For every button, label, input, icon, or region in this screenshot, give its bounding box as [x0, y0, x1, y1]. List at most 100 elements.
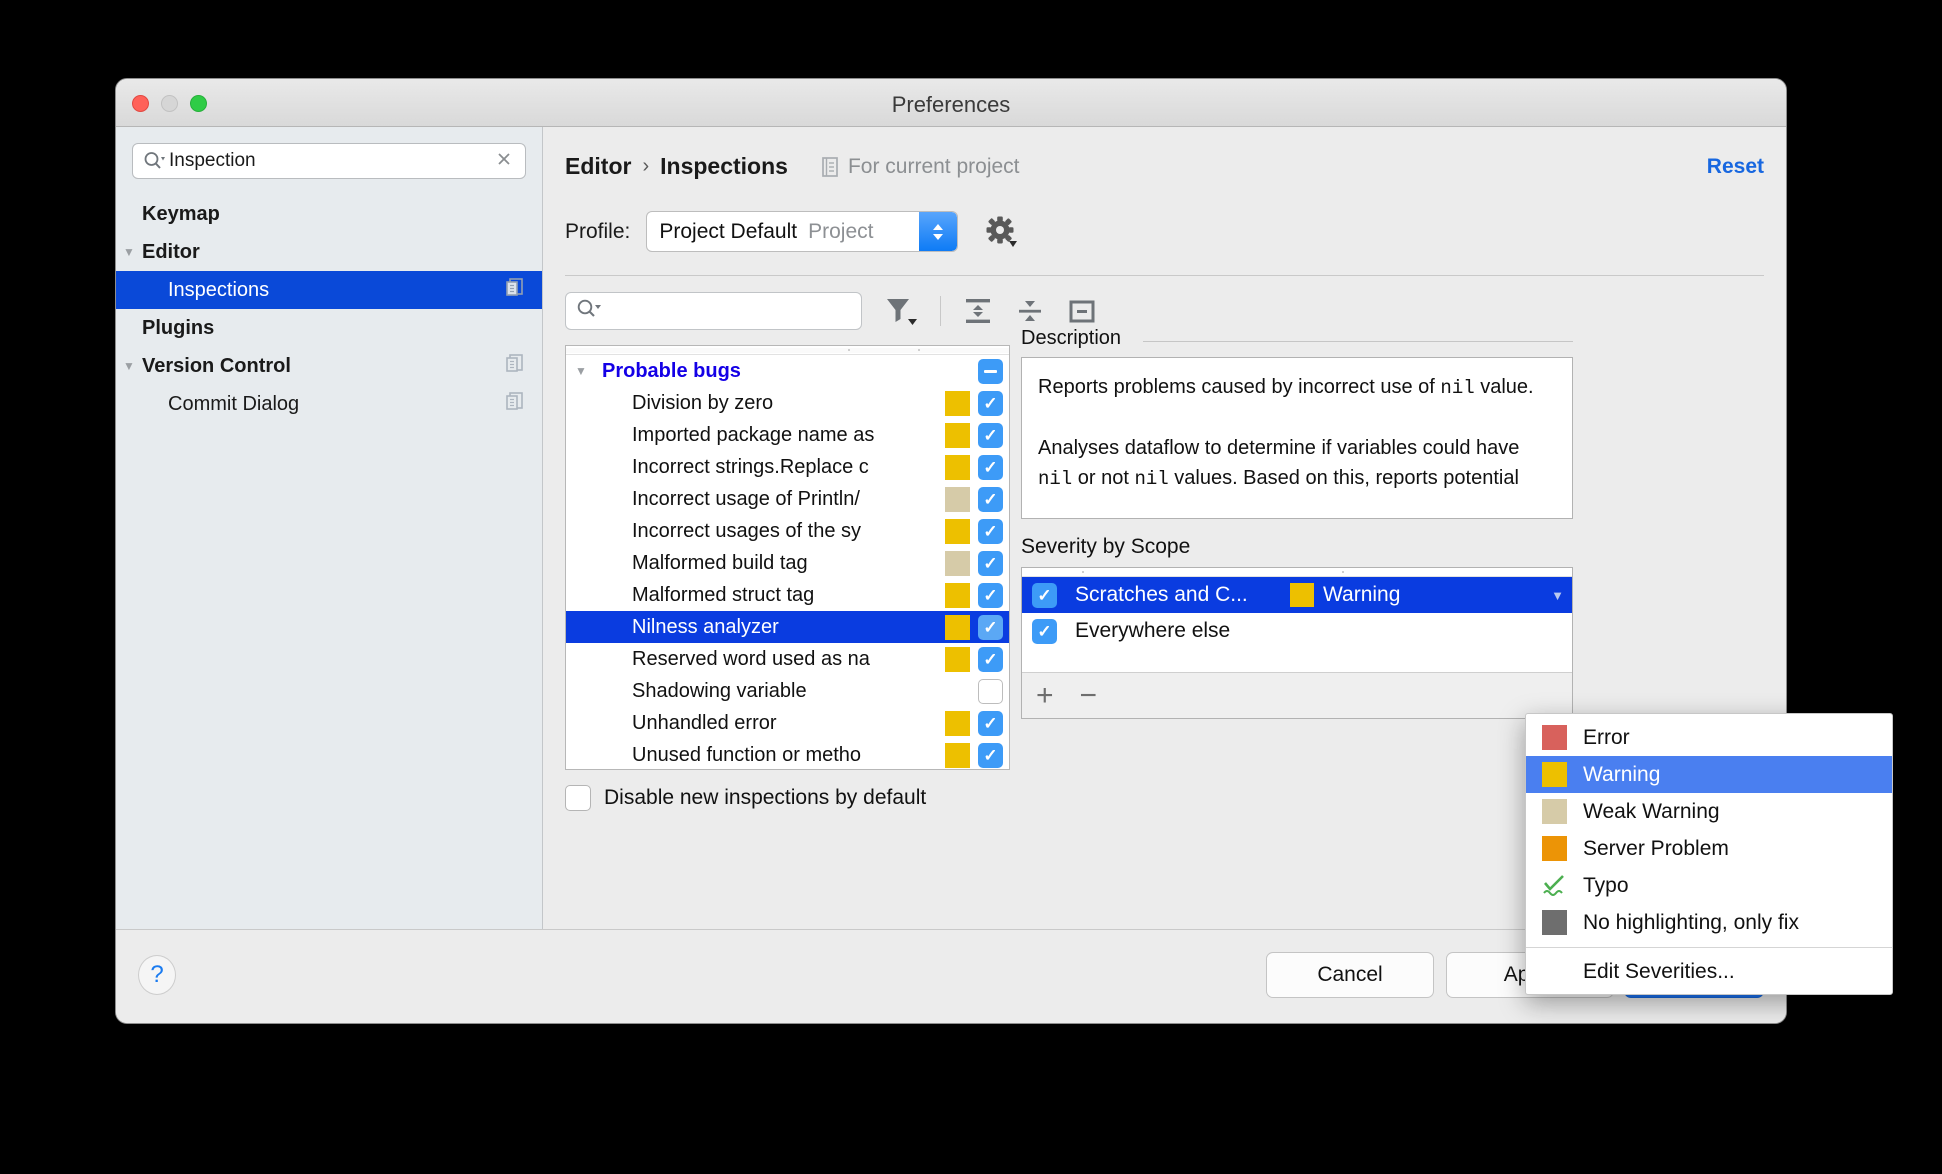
- inspection-enabled-checkbox[interactable]: ✓: [978, 710, 1003, 736]
- cancel-button[interactable]: Cancel: [1266, 952, 1434, 998]
- sidebar-item-version-control[interactable]: ▼ Version Control: [116, 347, 542, 385]
- window-titlebar: Preferences: [116, 79, 1786, 127]
- profile-settings-gear-icon[interactable]: [984, 215, 1018, 249]
- filter-icon[interactable]: [884, 295, 918, 327]
- project-scope-label: For current project: [847, 154, 1020, 178]
- description-legend: Description: [1021, 327, 1130, 350]
- severity-color-swatch: [945, 742, 970, 768]
- inspection-enabled-checkbox[interactable]: ✓: [978, 390, 1003, 416]
- desc-p2-b: or not: [1072, 467, 1135, 489]
- add-scope-button[interactable]: +: [1036, 680, 1054, 711]
- menu-item-warning[interactable]: Warning: [1526, 756, 1892, 793]
- inspection-name: Shadowing variable: [632, 679, 807, 702]
- search-input[interactable]: Inspection: [132, 143, 526, 179]
- window-title: Preferences: [891, 92, 1011, 117]
- inspection-enabled-checkbox[interactable]: ✓: [978, 486, 1003, 512]
- copy-settings-icon[interactable]: [504, 390, 526, 418]
- inspections-tree[interactable]: ▼ Probable bugs Division by zero ✓ Imported …: [565, 345, 1010, 770]
- toolbar-divider: [940, 296, 941, 326]
- breadcrumb-editor[interactable]: Editor: [565, 153, 631, 180]
- disable-new-inspections-checkbox[interactable]: [565, 785, 591, 811]
- chevron-down-icon[interactable]: ▼: [116, 246, 142, 258]
- inspection-name: Incorrect usage of Println/: [632, 487, 860, 510]
- clear-search-icon[interactable]: [491, 148, 517, 174]
- inspection-name: Malformed struct tag: [632, 583, 815, 606]
- sidebar-item-label: Commit Dialog: [168, 392, 300, 415]
- severity-dropdown-caret-icon[interactable]: ▼: [1551, 588, 1564, 603]
- inspection-name: Malformed build tag: [632, 551, 808, 574]
- menu-item-label: Weak Warning: [1583, 799, 1720, 823]
- copy-settings-icon[interactable]: [504, 276, 526, 304]
- tree-row[interactable]: Malformed struct tag ✓: [566, 579, 1009, 611]
- tree-row[interactable]: Imported package name as ✓: [566, 419, 1009, 451]
- chevron-down-icon[interactable]: ▼: [566, 364, 596, 378]
- tree-row[interactable]: Incorrect usages of the sy ✓: [566, 515, 1009, 547]
- tree-row[interactable]: Shadowing variable: [566, 675, 1009, 707]
- sidebar-item-keymap[interactable]: Keymap: [116, 195, 542, 233]
- severity-color-swatch: [945, 646, 970, 672]
- disable-new-inspections-label: Disable new inspections by default: [604, 786, 927, 809]
- severity-scope-row[interactable]: ✓ Everywhere else: [1022, 613, 1572, 649]
- inspection-enabled-checkbox[interactable]: ✓: [978, 582, 1003, 608]
- tree-row[interactable]: Incorrect usage of Println/ ✓: [566, 483, 1009, 515]
- sidebar-item-commit-dialog[interactable]: Commit Dialog: [116, 385, 542, 423]
- profile-label: Profile:: [565, 219, 631, 243]
- inspection-enabled-checkbox[interactable]: ✓: [978, 518, 1003, 544]
- severity-by-scope-panel[interactable]: ✓ Scratches and C... Warning ▼ ✓ Everywhere e…: [1021, 567, 1573, 719]
- scope-enabled-checkbox[interactable]: ✓: [1032, 582, 1057, 608]
- menu-item-server-problem[interactable]: Server Problem: [1526, 830, 1892, 867]
- menu-item-typo[interactable]: Typo: [1526, 867, 1892, 904]
- disable-new-inspections-row[interactable]: Disable new inspections by default: [565, 785, 926, 811]
- tree-row[interactable]: Division by zero ✓: [566, 387, 1009, 419]
- reset-link[interactable]: Reset: [1707, 155, 1764, 179]
- help-button[interactable]: ?: [138, 955, 176, 995]
- tree-row[interactable]: ▼ Probable bugs: [566, 355, 1009, 387]
- tree-row[interactable]: Nilness analyzer ✓: [566, 611, 1009, 643]
- reset-to-empty-icon[interactable]: [1067, 296, 1097, 326]
- tree-row[interactable]: Reserved word used as na ✓: [566, 643, 1009, 675]
- severity-scope-row[interactable]: ✓ Scratches and C... Warning ▼: [1022, 577, 1572, 613]
- tree-row[interactable]: Incorrect strings.Replace c ✓: [566, 451, 1009, 483]
- sidebar-item-plugins[interactable]: Plugins: [116, 309, 542, 347]
- scope-enabled-checkbox[interactable]: ✓: [1032, 618, 1057, 644]
- remove-scope-button[interactable]: −: [1080, 680, 1098, 711]
- inspection-enabled-checkbox[interactable]: ✓: [978, 550, 1003, 576]
- tree-row[interactable]: Unused function or metho ✓: [566, 739, 1009, 769]
- scope-name: Scratches and C...: [1075, 583, 1248, 606]
- severity-color-swatch: [1542, 799, 1567, 824]
- severity-color-swatch: [1542, 836, 1567, 861]
- menu-item-weak-warning[interactable]: Weak Warning: [1526, 793, 1892, 830]
- tree-horizontal-scrollbar[interactable]: [566, 346, 1009, 355]
- profile-stepper-icon[interactable]: [919, 212, 958, 251]
- tree-row[interactable]: Malformed build tag ✓: [566, 547, 1009, 579]
- tree-row[interactable]: Unhandled error ✓: [566, 707, 1009, 739]
- sidebar-item-inspections[interactable]: Inspections: [116, 271, 542, 309]
- sidebar-item-editor[interactable]: ▼ Editor: [116, 233, 542, 271]
- severity-color-swatch: [945, 390, 970, 416]
- collapse-all-icon[interactable]: [1015, 296, 1045, 326]
- inspection-enabled-checkbox[interactable]: [978, 358, 1003, 384]
- inspection-enabled-checkbox[interactable]: ✓: [978, 742, 1003, 768]
- profile-select[interactable]: Project Default Project: [646, 211, 959, 252]
- inspection-enabled-checkbox[interactable]: ✓: [978, 454, 1003, 480]
- inspection-enabled-checkbox[interactable]: ✓: [978, 614, 1003, 640]
- chevron-down-icon[interactable]: ▼: [116, 360, 142, 372]
- severity-horizontal-scrollbar[interactable]: [1022, 568, 1572, 577]
- menu-item-error[interactable]: Error: [1526, 719, 1892, 756]
- menu-item-label: No highlighting, only fix: [1583, 910, 1799, 934]
- copy-settings-icon[interactable]: [504, 352, 526, 380]
- profile-row: Profile: Project Default Project: [565, 211, 1018, 252]
- sidebar-item-label: Editor: [142, 240, 200, 263]
- inspection-enabled-checkbox[interactable]: ✓: [978, 646, 1003, 672]
- description-paragraph-2: Analyses dataflow to determine if variab…: [1038, 433, 1556, 494]
- severity-color-swatch: [945, 550, 970, 576]
- inspection-enabled-checkbox[interactable]: ✓: [978, 422, 1003, 448]
- inspection-enabled-checkbox[interactable]: [978, 678, 1003, 704]
- inspection-search-input[interactable]: [565, 292, 862, 330]
- severity-dropdown-menu[interactable]: Error Warning Weak Warning Server Problem Ty…: [1525, 713, 1893, 995]
- menu-item-edit-severities[interactable]: Edit Severities...: [1526, 953, 1892, 990]
- severity-color-swatch: [945, 518, 970, 544]
- menu-item-no-highlighting-only-fix[interactable]: No highlighting, only fix: [1526, 904, 1892, 941]
- expand-all-icon[interactable]: [963, 296, 993, 326]
